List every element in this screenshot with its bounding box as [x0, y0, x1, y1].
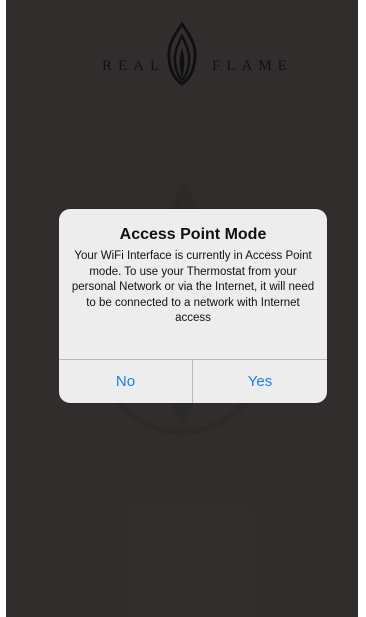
dialog-message: Your WiFi Interface is currently in Acce… [71, 250, 315, 324]
no-button[interactable]: No [59, 360, 192, 403]
dialog-title: Access Point Mode [119, 226, 267, 243]
access-point-mode-dialog: Access Point Mode Your WiFi Interface is… [59, 209, 327, 403]
yes-button[interactable]: Yes [193, 360, 327, 403]
device-frame: REAL FLAME Access Point Mode Your WiFi I… [0, 0, 366, 617]
app-screen: REAL FLAME Access Point Mode Your WiFi I… [6, 0, 358, 617]
